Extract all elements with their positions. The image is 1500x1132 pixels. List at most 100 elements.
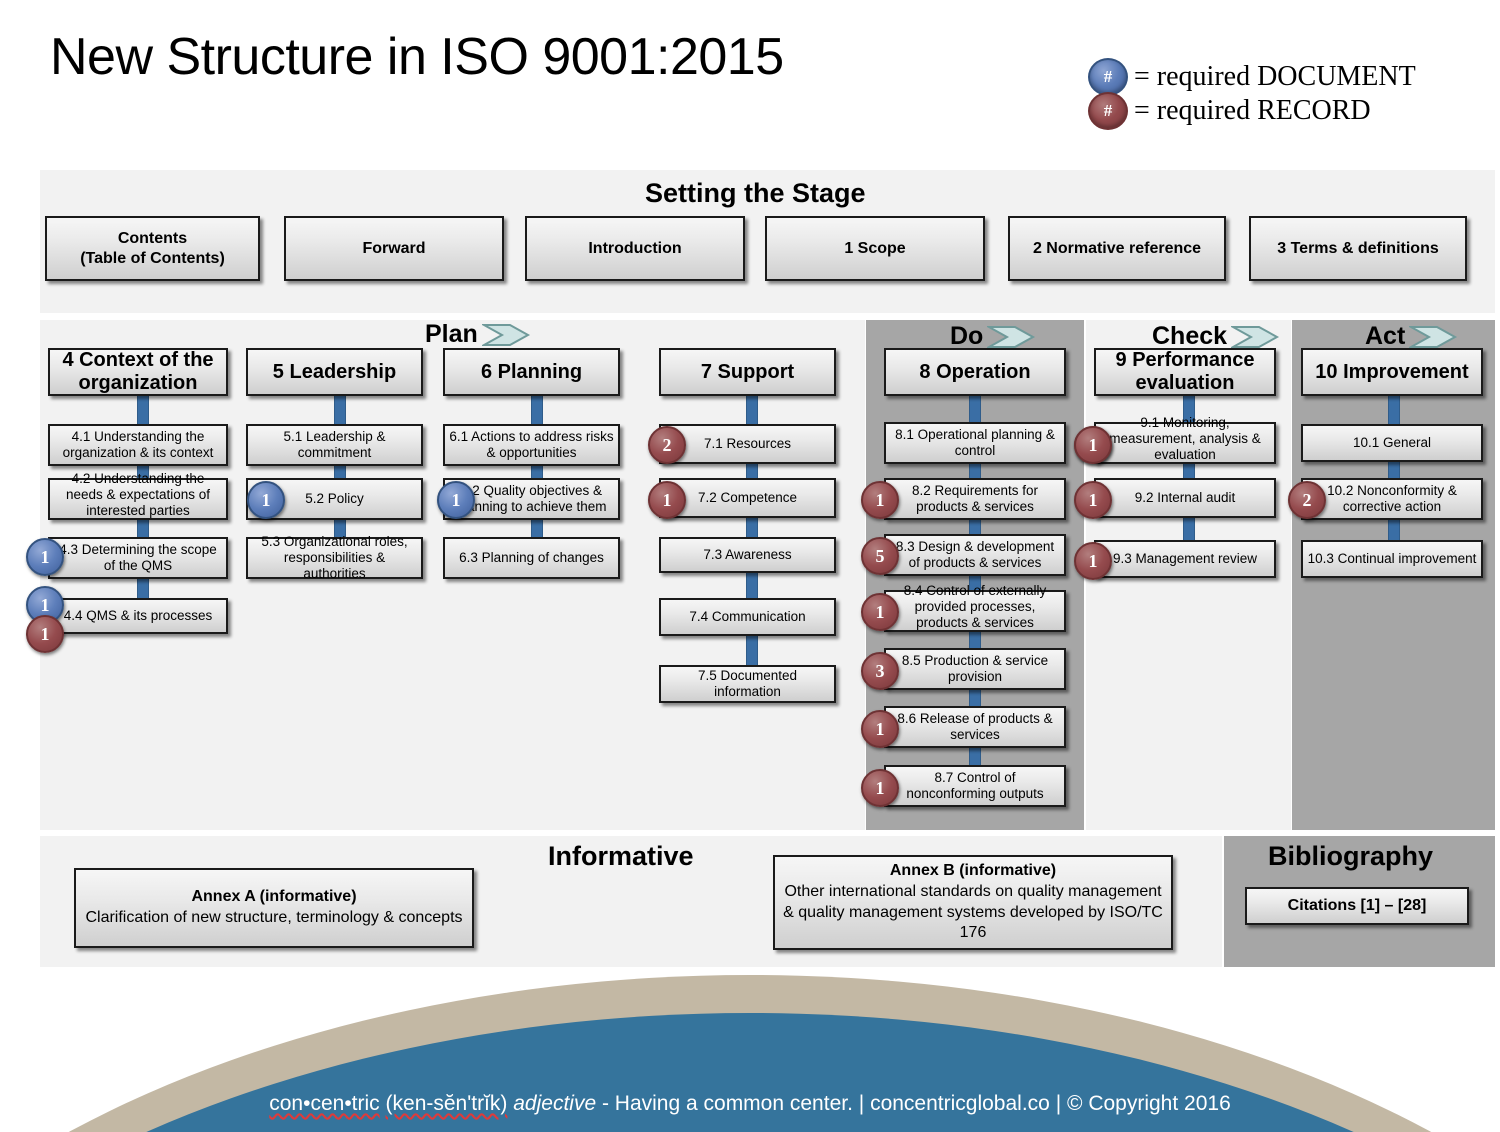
clause-box-6-1-label: 6.1 Actions to address risks & opportuni… (449, 428, 614, 460)
badge-record-8-7: 1 (861, 769, 899, 807)
clause-box-7-5[interactable]: 7.5 Documented information (659, 665, 836, 703)
clause-box-6-1[interactable]: 6.1 Actions to address risks & opportuni… (443, 424, 620, 466)
annex-b-box[interactable]: Annex B (informative) Other internationa… (773, 855, 1173, 950)
clause-head-6[interactable]: 6 Planning (443, 348, 620, 396)
clause-box-4-2[interactable]: 4.2 Understanding the needs & expectatio… (48, 471, 228, 520)
citations-box[interactable]: Citations [1] – [28] (1245, 887, 1469, 925)
legend-label-document: = required DOCUMENT (1134, 61, 1416, 92)
stage-box-terms-definitions[interactable]: 3 Terms & definitions (1249, 216, 1467, 281)
clause-box-5-1-label: 5.1 Leadership & commitment (283, 428, 386, 460)
clause-box-10-1[interactable]: 10.1 General (1301, 424, 1483, 462)
clause-head-8[interactable]: 8 Operation (884, 348, 1066, 396)
do-title-label: Do (950, 322, 984, 350)
clause-box-4-4[interactable]: 4.4 QMS & its processes (48, 598, 228, 634)
clause-head-9-label: 9 Performance evaluation (1115, 349, 1255, 394)
clause-box-4-1[interactable]: 4.1 Understanding the organization & its… (48, 424, 228, 466)
clause-box-4-1-label: 4.1 Understanding the organization & its… (62, 428, 214, 460)
clause-box-8-5-label: 8.5 Production & service provision (901, 652, 1049, 684)
clause-box-9-3-label: 9.3 Management review (1112, 550, 1258, 566)
clause-box-4-3-label: 4.3 Determining the scope of the QMS (59, 541, 217, 573)
badge-record-8-6: 1 (861, 710, 899, 748)
clause-box-8-3[interactable]: 8.3 Design & development of products & s… (884, 534, 1066, 576)
badge-document-5-2: 1 (247, 481, 285, 519)
badge-record-9-1: 1 (1074, 426, 1112, 464)
clause-box-8-6[interactable]: 8.6 Release of products & services (884, 706, 1066, 748)
clause-head-10[interactable]: 10 Improvement (1301, 348, 1483, 396)
footer-copyright: © Copyright 2016 (1067, 1092, 1231, 1115)
informative-heading: Informative (548, 841, 694, 871)
clause-box-5-3[interactable]: 5.3 Organizational roles, responsibiliti… (246, 534, 423, 581)
stage-box-scope[interactable]: 1 Scope (765, 216, 985, 281)
clause-head-9[interactable]: 9 Performance evaluation (1094, 348, 1276, 396)
clause-box-6-3[interactable]: 6.3 Planning of changes (443, 537, 620, 579)
legend-label-record: = required RECORD (1134, 95, 1371, 126)
footer-word: con•cen•tric (269, 1092, 380, 1115)
clause-box-7-1-label: 7.1 Resources (703, 435, 792, 451)
chevron-right-icon (481, 323, 530, 346)
clause-box-7-5-label: 7.5 Documented information (697, 667, 798, 699)
clause-box-8-7-label: 8.7 Control of nonconforming outputs (906, 769, 1044, 801)
clause-head-10-label: 10 Improvement (1315, 360, 1469, 383)
badge-record-8-5: 3 (861, 652, 899, 690)
badge-record-9-2: 1 (1074, 481, 1112, 519)
annex-b-body: Other international standards on quality… (783, 882, 1163, 942)
clause-head-8-label: 8 Operation (919, 360, 1031, 383)
chevron-right-icon (1231, 325, 1280, 348)
badge-record-4-4: 1 (26, 615, 64, 653)
footer-part-of-speech: adjective (513, 1092, 597, 1115)
badge-record-7-2: 1 (648, 481, 686, 519)
plan-title: Plan (425, 320, 538, 349)
badge-document-4-3: 1 (26, 538, 64, 576)
stage-box-introduction[interactable]: Introduction (525, 216, 745, 281)
clause-box-8-4[interactable]: 8.4 Control of externally provided proce… (884, 583, 1066, 632)
clause-head-5[interactable]: 5 Leadership (246, 348, 423, 396)
clause-box-10-3-label: 10.3 Continual improvement (1307, 550, 1477, 566)
clause-head-4[interactable]: 4 Context of the organization (48, 348, 228, 396)
annex-a-body: Clarification of new structure, terminol… (85, 909, 463, 926)
page-title: New Structure in ISO 9001:2015 (50, 28, 784, 86)
clause-box-9-2[interactable]: 9.2 Internal audit (1094, 478, 1276, 518)
badge-record-9-3: 1 (1074, 542, 1112, 580)
clause-box-10-3[interactable]: 10.3 Continual improvement (1301, 540, 1483, 578)
stage-box-forward-label: Forward (362, 239, 426, 257)
clause-box-9-2-label: 9.2 Internal audit (1134, 489, 1236, 505)
clause-box-9-3[interactable]: 9.3 Management review (1094, 540, 1276, 578)
check-title-label: Check (1152, 322, 1228, 350)
act-title: Act (1365, 322, 1465, 351)
clause-box-7-4[interactable]: 7.4 Communication (659, 598, 836, 636)
stage-box-contents[interactable]: Contents (Table of Contents) (45, 216, 260, 281)
stage-box-normative-reference[interactable]: 2 Normative reference (1008, 216, 1226, 281)
act-title-label: Act (1365, 322, 1406, 350)
footer-site[interactable]: concentricglobal.co (870, 1092, 1050, 1115)
clause-head-7[interactable]: 7 Support (659, 348, 836, 396)
do-title: Do (950, 322, 1043, 351)
clause-box-8-1-label: 8.1 Operational planning & control (895, 426, 1055, 458)
required-document-badge-icon: # (1088, 58, 1128, 96)
annex-a-box[interactable]: Annex A (informative) Clarification of n… (74, 868, 474, 948)
clause-box-7-4-label: 7.4 Communication (689, 608, 806, 624)
bibliography-heading: Bibliography (1268, 841, 1434, 871)
clause-head-5-label: 5 Leadership (272, 360, 397, 383)
clause-box-7-3[interactable]: 7.3 Awareness (659, 537, 836, 573)
annex-b-title: Annex B (informative) (889, 861, 1057, 879)
clause-box-4-3[interactable]: 4.3 Determining the scope of the QMS (48, 537, 228, 579)
clause-box-8-5[interactable]: 8.5 Production & service provision (884, 648, 1066, 690)
clause-box-10-2[interactable]: 10.2 Nonconformity & corrective action (1301, 478, 1483, 520)
clause-box-5-1[interactable]: 5.1 Leadership & commitment (246, 424, 423, 466)
clause-box-8-2[interactable]: 8.2 Requirements for products & services (884, 478, 1066, 520)
stage-box-forward[interactable]: Forward (284, 216, 504, 281)
clause-box-8-7[interactable]: 8.7 Control of nonconforming outputs (884, 765, 1066, 807)
footer-tagline: con•cen•tric (ken-sĕnʹtrĭk) adjective - … (0, 1092, 1500, 1116)
clause-box-8-1[interactable]: 8.1 Operational planning & control (884, 422, 1066, 464)
badge-record-7-1: 2 (648, 426, 686, 464)
clause-box-8-4-label: 8.4 Control of externally provided proce… (903, 582, 1047, 631)
clause-box-9-1-label: 9.1 Monitoring, measurement, analysis & … (1109, 414, 1261, 463)
stage-box-scope-label: 1 Scope (844, 239, 906, 257)
legend: # = required DOCUMENT # = required RECOR… (1088, 58, 1416, 130)
footer-separator-1: | (858, 1092, 865, 1115)
clause-box-9-1[interactable]: 9.1 Monitoring, measurement, analysis & … (1094, 415, 1276, 464)
clause-box-5-3-label: 5.3 Organizational roles, responsibiliti… (261, 533, 408, 582)
badge-record-10-2: 2 (1288, 481, 1326, 519)
plan-title-label: Plan (425, 320, 478, 348)
badge-record-8-2: 1 (861, 481, 899, 519)
